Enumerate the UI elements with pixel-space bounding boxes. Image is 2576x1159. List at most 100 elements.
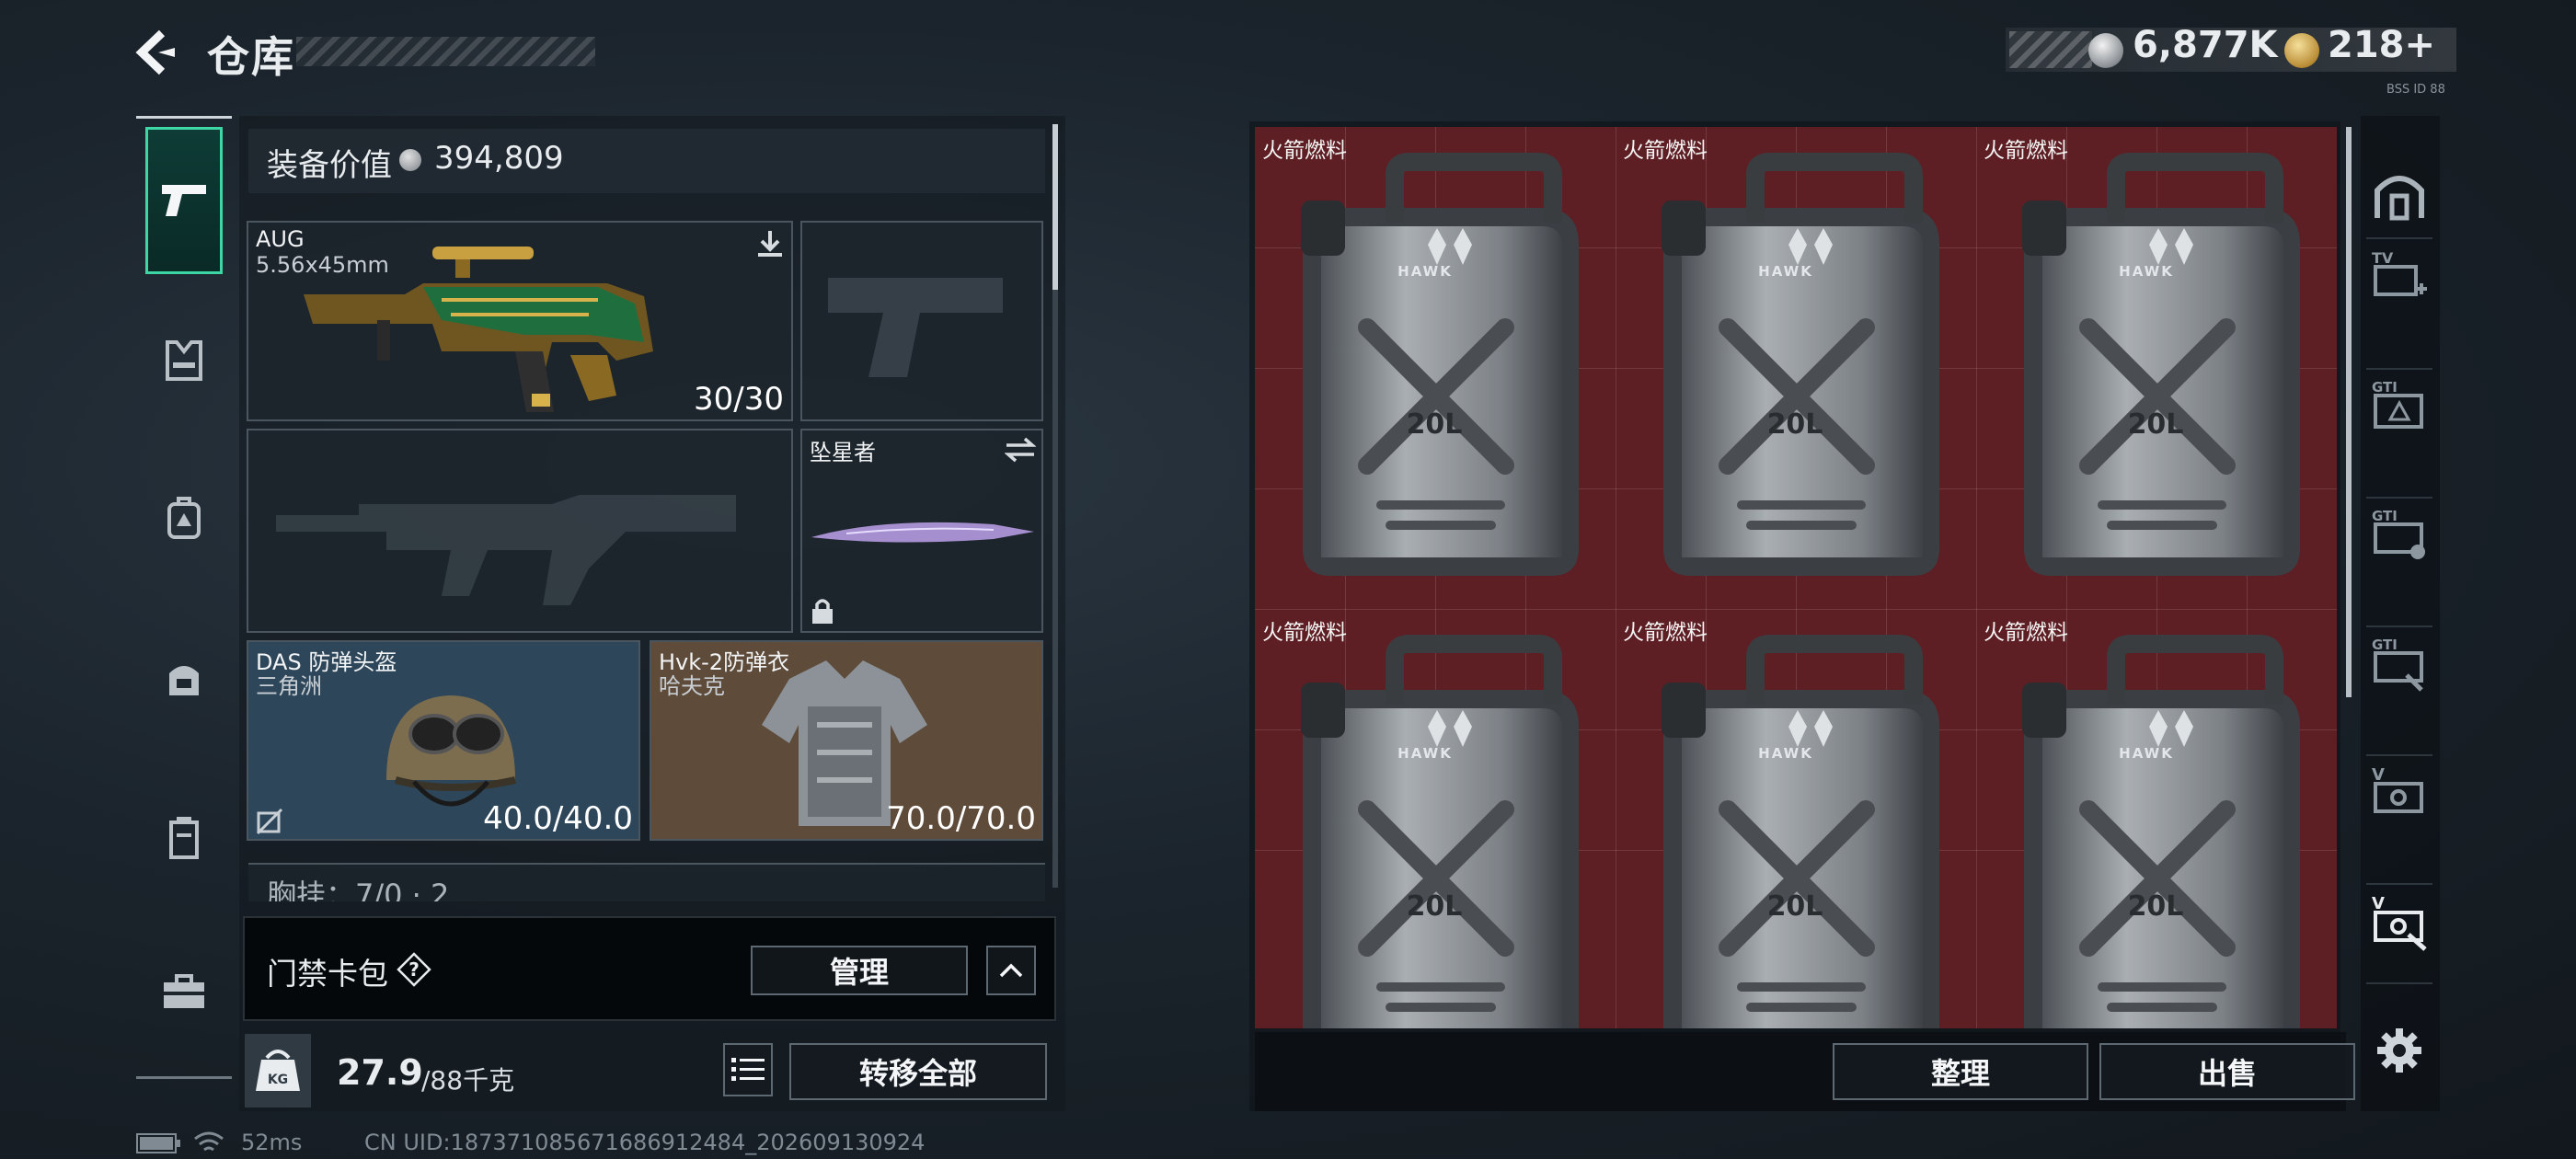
manage-button[interactable]: 管理	[751, 946, 968, 995]
rifle-silhouette-icon	[276, 467, 754, 605]
sell-button[interactable]: 出售	[2099, 1043, 2355, 1100]
primary-weapon-slot[interactable]: AUG 5.56x45mm 30/30	[247, 221, 793, 421]
chest-rig-label: 胸挂：7/0 · 2	[267, 878, 450, 901]
toolbox-icon[interactable]	[153, 960, 215, 1023]
item-name: 火箭燃料	[1262, 621, 1347, 645]
chest-rig-row[interactable]: 胸挂：7/0 · 2	[248, 863, 1045, 901]
svg-text:KG: KG	[268, 1073, 288, 1087]
equipment-value-label: 装备价值	[267, 147, 392, 184]
help-icon[interactable]: ?	[396, 951, 432, 988]
inventory-item-rocket-fuel[interactable]: HAWK 20L 火箭燃料	[1976, 127, 2337, 609]
gti-tool-1-icon[interactable]: GTI	[2366, 373, 2432, 440]
uid-text: CN UID:187371085671686912484_20260913092…	[364, 1130, 926, 1155]
chevron-up-icon	[999, 963, 1023, 978]
can-volume: 20L	[1766, 890, 1823, 923]
can-volume: 20L	[1766, 408, 1823, 441]
gold-currency-value[interactable]: 218+	[2328, 24, 2435, 66]
tool-separator	[2366, 883, 2432, 885]
can-volume: 20L	[1406, 408, 1463, 441]
silver-coin-icon	[399, 149, 421, 171]
fuel-can-image	[1266, 153, 1597, 585]
tv-tool-icon[interactable]: TV	[2366, 245, 2432, 311]
melee-slot[interactable]: 坠星者	[800, 429, 1043, 633]
inventory-item-rocket-fuel[interactable]: HAWK 20L 火箭燃料	[1976, 609, 2337, 1028]
hideout-icon[interactable]	[2366, 162, 2432, 228]
sort-button[interactable]: 整理	[1833, 1043, 2088, 1100]
gun-icon[interactable]	[153, 169, 215, 232]
battery-icon	[136, 1133, 182, 1153]
can-volume: 20L	[2127, 890, 2184, 923]
ping-value: 52ms	[241, 1130, 303, 1155]
fuel-can-image	[1627, 635, 1958, 1028]
inventory-item-rocket-fuel[interactable]: HAWK 20L 火箭燃料	[1255, 609, 1616, 1028]
weight-icon-box: KG	[245, 1034, 311, 1107]
rail-top-line	[136, 116, 232, 119]
inventory-item-rocket-fuel[interactable]: HAWK 20L 火箭燃料	[1616, 609, 1976, 1028]
gti-tool-2-icon[interactable]: GTI	[2366, 502, 2432, 568]
helmet-durability: 40.0/40.0	[483, 800, 633, 837]
weight-current: 27.9	[337, 1052, 423, 1093]
svg-text:V: V	[2372, 894, 2385, 913]
svg-text:GTI: GTI	[2372, 379, 2398, 396]
fuel-can-image	[1987, 635, 2318, 1028]
transfer-all-button[interactable]: 转移全部	[789, 1043, 1047, 1100]
pistol-silhouette-icon	[819, 256, 1021, 384]
pouch-icon[interactable]	[153, 648, 215, 710]
list-view-button[interactable]	[723, 1043, 773, 1096]
tool-separator	[2366, 368, 2432, 370]
backpack-icon[interactable]	[153, 488, 215, 550]
equipment-scroll-thumb[interactable]	[1052, 124, 1058, 290]
silver-currency-value[interactable]: 6,877K	[2133, 24, 2278, 66]
swap-icon[interactable]	[1005, 436, 1036, 464]
svg-text:V: V	[2372, 765, 2385, 785]
armor-slot[interactable]: Hvk-2防弹衣 哈夫克 70.0/70.0	[650, 640, 1043, 841]
armor-durability: 70.0/70.0	[886, 800, 1036, 837]
item-name: 火箭燃料	[1984, 621, 2068, 645]
back-arrow-icon[interactable]	[134, 29, 180, 75]
v-tool-2-icon[interactable]: V	[2366, 889, 2432, 955]
inventory-item-rocket-fuel[interactable]: HAWK 20L 火箭燃料	[1255, 127, 1616, 609]
helmet-faction: 三角洲	[256, 673, 322, 699]
weight-max: /88千克	[421, 1065, 515, 1096]
aug-rifle-image	[294, 232, 745, 416]
inventory-grid: HAWK 20L 火箭燃料 HAWK 20L 火箭燃料 HAWK 20L 火箭燃…	[1255, 127, 2337, 1028]
item-name: 火箭燃料	[1623, 139, 1708, 163]
tool-separator	[2366, 497, 2432, 499]
tool-separator	[2366, 982, 2432, 984]
svg-text:GTI: GTI	[2372, 637, 2398, 653]
fuel-can-image	[1627, 153, 1958, 585]
gti-tool-3-icon[interactable]: GTI	[2366, 631, 2432, 697]
wifi-icon	[193, 1130, 224, 1155]
lock-icon	[810, 596, 835, 625]
server-label: BSS ID 88	[2386, 83, 2445, 97]
can-brand: HAWK	[1758, 745, 1813, 762]
v-tool-1-icon[interactable]: V	[2366, 760, 2432, 826]
can-volume: 20L	[1406, 890, 1463, 923]
gold-coin-icon	[2284, 33, 2319, 68]
secondary-weapon-slot[interactable]	[247, 429, 793, 633]
list-icon	[731, 1058, 765, 1081]
helmet-slot[interactable]: DAS 防弹头盔 三角洲 40.0/40.0	[247, 640, 640, 841]
can-volume: 20L	[2127, 408, 2184, 441]
tool-separator	[2366, 625, 2432, 627]
fuel-can-image	[1987, 153, 2318, 585]
vest-icon[interactable]	[153, 329, 215, 392]
keycard-label: 门禁卡包	[267, 956, 388, 992]
inventory-item-rocket-fuel[interactable]: HAWK 20L 火箭燃料	[1616, 127, 1976, 609]
weapon-ammo-count: 30/30	[694, 381, 784, 418]
no-repair-icon	[256, 808, 283, 835]
collapse-button[interactable]	[986, 946, 1036, 995]
locker-icon[interactable]	[153, 806, 215, 868]
svg-text:TV: TV	[2372, 249, 2394, 267]
page-title: 仓库	[207, 32, 295, 82]
gear-icon[interactable]	[2366, 1017, 2432, 1084]
can-brand: HAWK	[2119, 745, 2174, 762]
svg-text:GTI: GTI	[2372, 508, 2398, 524]
can-brand: HAWK	[1758, 263, 1813, 280]
download-icon[interactable]	[754, 228, 786, 259]
inventory-scrollbar[interactable]	[2346, 127, 2352, 697]
pistol-slot[interactable]	[800, 221, 1043, 421]
item-name: 火箭燃料	[1984, 139, 2068, 163]
can-brand: HAWK	[1397, 745, 1453, 762]
currency-decoration	[2009, 31, 2092, 68]
